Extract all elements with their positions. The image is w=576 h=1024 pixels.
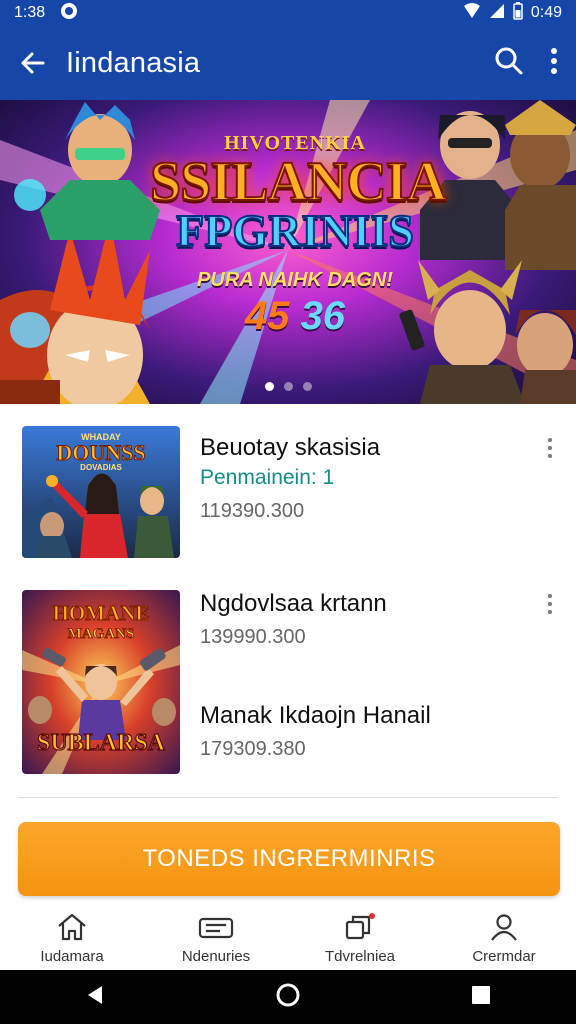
nav-item-home[interactable]: Iudamara <box>0 908 144 970</box>
carousel-dot[interactable] <box>283 382 293 391</box>
ticket-icon <box>198 917 234 939</box>
item-thumbnail-art: HOMANE MAGANS SUBLARSA <box>22 590 180 774</box>
square-recents-icon <box>471 985 490 1004</box>
thumb-text-main: MAGANS <box>68 626 135 642</box>
carousel-dot[interactable] <box>302 382 312 391</box>
system-back-button[interactable] <box>84 984 106 1011</box>
nav-item-label: Iudamara <box>40 948 104 965</box>
system-home-button[interactable] <box>275 982 301 1013</box>
item-more-button[interactable] <box>542 438 558 458</box>
circle-home-icon <box>276 983 300 1006</box>
battery-icon <box>513 1 523 25</box>
list-item[interactable]: WHADAY DOUNSS DOVADIAS Beuotay skasisia … <box>0 426 576 560</box>
hero-banner[interactable]: HIVOTENKIA SSILANCIA FPGRINIIS PURA NAIH… <box>0 100 576 404</box>
layers-icon <box>345 913 375 940</box>
item-thumbnail[interactable]: WHADAY DOUNSS DOVADIAS <box>22 426 180 558</box>
item-title: Ngdovlsaa krtann <box>200 590 387 617</box>
banner-tagline: PURA NAIHK DAGN! <box>197 269 393 291</box>
thumb-text-sub: DOVADIAS <box>80 463 122 472</box>
app-bar: Iindanasia <box>0 26 576 100</box>
item-more-button[interactable] <box>542 594 558 614</box>
item-number: 119390.300 <box>200 500 305 522</box>
divider <box>18 797 558 798</box>
nav-item-label: Ndenuries <box>181 948 251 965</box>
item-title-secondary: Manak Ikdaojn Hanail <box>200 702 431 729</box>
notification-icon <box>59 1 79 26</box>
nav-item-tickets[interactable]: Ndenuries <box>144 908 288 970</box>
person-icon <box>491 914 517 941</box>
thumb-text-sub: SUBLARSA <box>37 730 166 756</box>
more-options-button[interactable] <box>550 47 558 80</box>
search-icon <box>495 47 523 74</box>
system-navigation-bar <box>0 970 576 1024</box>
wifi-icon <box>463 2 481 24</box>
banner-number-a: 45 <box>244 294 290 338</box>
page-title: Iindanasia <box>66 46 201 79</box>
more-vert-icon <box>551 47 557 74</box>
carousel-indicator <box>0 382 576 391</box>
item-thumbnail-art: WHADAY DOUNSS DOVADIAS <box>22 426 180 558</box>
banner-number-b: 36 <box>300 294 346 338</box>
nav-item-library[interactable]: Tdvrelniea <box>288 908 432 970</box>
back-button[interactable] <box>0 49 66 77</box>
item-subtitle: Penmainein: 1 <box>200 466 335 489</box>
status-time: 1:38 <box>14 4 46 21</box>
item-number-secondary: 179309.380 <box>200 738 306 760</box>
status-time-right: 0:49 <box>530 4 562 21</box>
banner-headline-group: HIVOTENKIA SSILANCIA FPGRINIIS PURA NAIH… <box>149 132 448 339</box>
item-title: Beuotay skasisia <box>200 434 381 461</box>
nav-item-profile[interactable]: Crermdar <box>432 908 576 970</box>
signal-icon <box>489 3 505 24</box>
banner-title: SSILANCIA <box>149 151 448 213</box>
banner-subtitle: FPGRINIIS <box>175 205 415 256</box>
home-icon <box>58 913 86 941</box>
list-item[interactable]: HOMANE MAGANS SUBLARSA Ngdovlsaa krtann … <box>0 590 576 776</box>
carousel-dot[interactable] <box>264 382 274 391</box>
back-arrow-icon <box>21 52 45 74</box>
thumb-text-top: HOMANE <box>53 601 150 625</box>
thumb-text-main: DOUNSS <box>56 440 145 465</box>
item-thumbnail[interactable]: HOMANE MAGANS SUBLARSA <box>22 590 180 774</box>
nav-item-label: Crermdar <box>472 948 536 965</box>
item-number: 139990.300 <box>200 626 306 648</box>
bottom-navigation: Iudamara Ndenuries Tdvrelniea Crermdar <box>0 908 576 970</box>
banner-number: 45 36 <box>150 294 440 339</box>
primary-action-button[interactable]: TONEDS INGRERMINRIS <box>18 822 560 896</box>
triangle-back-icon <box>88 985 103 1004</box>
status-bar: 1:38 0:49 <box>0 0 576 26</box>
nav-item-label: Tdvrelniea <box>324 948 396 965</box>
search-button[interactable] <box>494 46 524 81</box>
system-recents-button[interactable] <box>470 984 492 1011</box>
